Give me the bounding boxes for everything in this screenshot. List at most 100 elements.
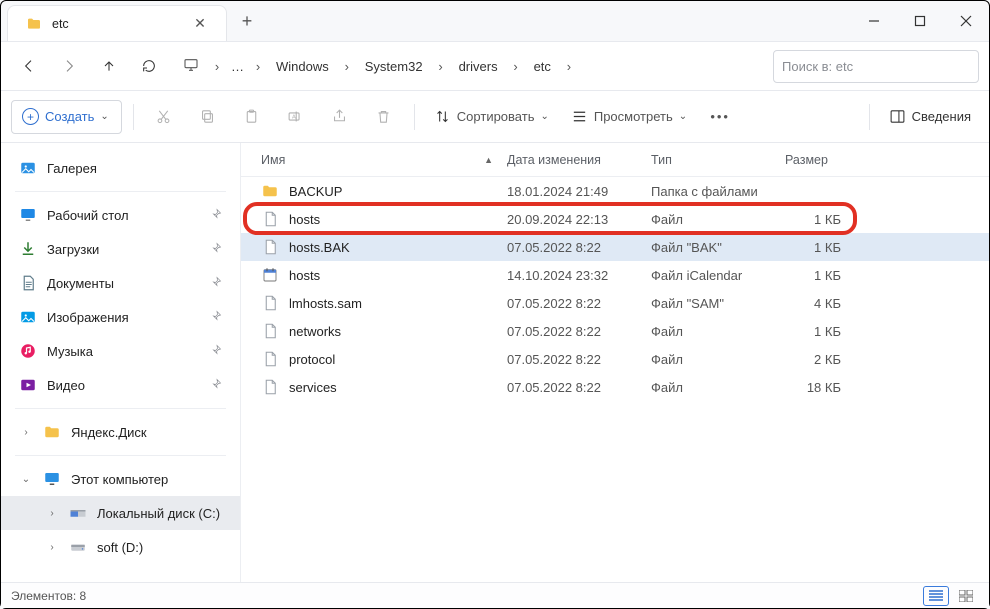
sidebar-item-pinned[interactable]: Изображения <box>1 300 240 334</box>
table-row[interactable]: lmhosts.sam07.05.2022 8:22Файл "SAM"4 КБ <box>241 289 989 317</box>
breadcrumb-item[interactable]: etc <box>530 57 555 76</box>
table-row[interactable]: protocol07.05.2022 8:22Файл2 КБ <box>241 345 989 373</box>
navigation-pane[interactable]: Галерея Рабочий столЗагрузкиДокументы Изо… <box>1 143 241 582</box>
desktop-icon <box>19 206 37 224</box>
chevron-right-icon[interactable]: › <box>45 542 59 553</box>
view-large-icons-button[interactable] <box>953 586 979 606</box>
new-button[interactable]: + Создать ⌄ <box>11 100 122 134</box>
copy-button[interactable] <box>189 100 227 134</box>
pin-icon[interactable] <box>210 378 222 393</box>
drive-icon <box>69 538 87 556</box>
view-details-button[interactable] <box>923 586 949 606</box>
view-mode-button[interactable]: Просмотреть ⌄ <box>563 100 695 134</box>
file-type: Файл "SAM" <box>651 296 771 311</box>
table-row[interactable]: hosts.BAK07.05.2022 8:22Файл "BAK"1 КБ <box>241 233 989 261</box>
close-tab-icon[interactable]: ✕ <box>188 15 212 32</box>
file-size: 1 КБ <box>771 240 871 255</box>
sidebar-item-label: Галерея <box>47 161 97 176</box>
window-tab[interactable]: etc ✕ <box>7 5 227 41</box>
file-date: 07.05.2022 8:22 <box>507 324 651 339</box>
chevron-down-icon[interactable]: ⌄ <box>19 474 33 485</box>
titlebar: etc ✕ + <box>1 1 989 41</box>
main-area: Галерея Рабочий столЗагрузкиДокументы Изо… <box>1 143 989 582</box>
table-row[interactable]: services07.05.2022 8:22Файл18 КБ <box>241 373 989 401</box>
column-header-type[interactable]: Тип <box>651 153 771 167</box>
sidebar-item-label: Изображения <box>47 310 129 325</box>
sidebar-item-label: Видео <box>47 378 85 393</box>
status-text: Элементов: 8 <box>11 589 86 603</box>
pictures-icon <box>19 308 37 326</box>
file-list: Имя▲ Дата изменения Тип Размер BACKUP18.… <box>241 143 989 582</box>
sidebar-item-gallery[interactable]: Галерея <box>1 151 240 185</box>
minimize-button[interactable] <box>851 1 897 41</box>
breadcrumb[interactable]: › … › Windows › System32 › drivers › etc… <box>175 49 585 83</box>
status-bar: Элементов: 8 <box>1 582 989 608</box>
chevron-right-icon[interactable]: › <box>45 508 59 519</box>
sort-icon <box>434 108 451 125</box>
pin-icon[interactable] <box>210 310 222 325</box>
table-row[interactable]: BACKUP18.01.2024 21:49Папка с файлами <box>241 177 989 205</box>
chevron-right-icon[interactable]: › <box>250 56 266 76</box>
sidebar-item-pinned[interactable]: Рабочий стол <box>1 198 240 232</box>
delete-button[interactable] <box>365 100 403 134</box>
sidebar-item-drive[interactable]: ›Локальный диск (C:) <box>1 496 240 530</box>
overflow-icon[interactable]: … <box>231 59 244 74</box>
chevron-right-icon[interactable]: › <box>19 427 33 438</box>
maximize-button[interactable] <box>897 1 943 41</box>
column-header-name[interactable]: Имя▲ <box>261 153 507 167</box>
file-size: 18 КБ <box>771 380 871 395</box>
cut-button[interactable] <box>145 100 183 134</box>
file-size: 1 КБ <box>771 212 871 227</box>
drive-icon <box>69 504 87 522</box>
breadcrumb-item[interactable]: drivers <box>455 57 502 76</box>
refresh-button[interactable] <box>129 48 169 84</box>
calendar-icon <box>261 266 279 284</box>
close-window-button[interactable] <box>943 1 989 41</box>
sort-label: Сортировать <box>457 109 535 124</box>
file-name: BACKUP <box>289 184 507 199</box>
file-icon <box>261 238 279 256</box>
pin-icon[interactable] <box>210 242 222 257</box>
more-button[interactable]: ••• <box>701 100 739 134</box>
chevron-right-icon[interactable]: › <box>508 56 524 76</box>
details-pane-button[interactable]: Сведения <box>881 100 979 134</box>
ellipsis-icon: ••• <box>710 109 730 124</box>
chevron-right-icon[interactable]: › <box>339 56 355 76</box>
chevron-right-icon[interactable]: › <box>561 56 577 76</box>
sidebar-item-this-pc[interactable]: ⌄ Этот компьютер <box>1 462 240 496</box>
table-row[interactable]: networks07.05.2022 8:22Файл1 КБ <box>241 317 989 345</box>
command-bar: + Создать ⌄ A Сортировать ⌄ Просмотреть … <box>1 91 989 143</box>
back-button[interactable] <box>9 48 49 84</box>
paste-button[interactable] <box>233 100 271 134</box>
up-button[interactable] <box>89 48 129 84</box>
chevron-right-icon[interactable]: › <box>433 56 449 76</box>
pin-icon[interactable] <box>210 344 222 359</box>
file-type: Папка с файлами <box>651 184 771 199</box>
sidebar-item-pinned[interactable]: Документы <box>1 266 240 300</box>
pin-icon[interactable] <box>210 276 222 291</box>
sort-button[interactable]: Сортировать ⌄ <box>426 100 557 134</box>
new-tab-button[interactable]: + <box>227 1 267 41</box>
sidebar-item-pinned[interactable]: Загрузки <box>1 232 240 266</box>
sidebar-item-pinned[interactable]: Музыка <box>1 334 240 368</box>
pin-icon[interactable] <box>210 208 222 223</box>
breadcrumb-item[interactable]: Windows <box>272 57 333 76</box>
table-row[interactable]: hosts14.10.2024 23:32Файл iCalendar1 КБ <box>241 261 989 289</box>
table-row[interactable]: hosts20.09.2024 22:13Файл1 КБ <box>241 205 989 233</box>
file-date: 14.10.2024 23:32 <box>507 268 651 283</box>
forward-button[interactable] <box>49 48 89 84</box>
column-header-size[interactable]: Размер <box>771 153 871 167</box>
sidebar-item-yandex[interactable]: › Яндекс.Диск <box>1 415 240 449</box>
sidebar-item-label: Музыка <box>47 344 93 359</box>
file-name: protocol <box>289 352 507 367</box>
column-header-date[interactable]: Дата изменения <box>507 153 651 167</box>
sidebar-item-label: soft (D:) <box>97 540 143 555</box>
folder-icon <box>261 182 279 200</box>
breadcrumb-item[interactable]: System32 <box>361 57 427 76</box>
share-button[interactable] <box>321 100 359 134</box>
sidebar-item-drive[interactable]: › soft (D:) <box>1 530 240 564</box>
rename-button[interactable]: A <box>277 100 315 134</box>
sidebar-item-pinned[interactable]: Видео <box>1 368 240 402</box>
search-input[interactable]: Поиск в: etc <box>773 50 979 83</box>
chevron-right-icon[interactable]: › <box>209 56 225 76</box>
